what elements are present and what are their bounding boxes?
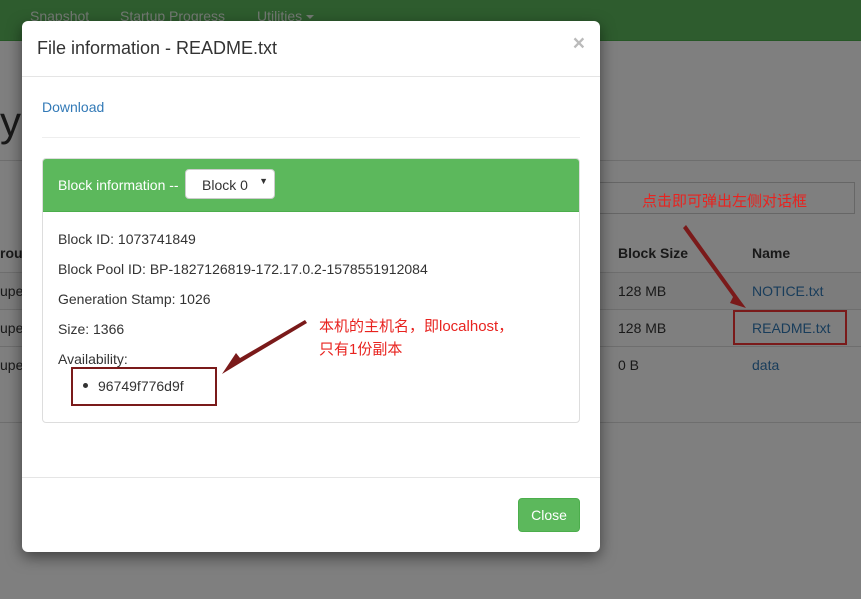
annotation-text-middle-2: 只有1份副本: [319, 341, 403, 358]
availability-label: Availability:: [58, 351, 128, 367]
panel-heading-label: Block information --: [58, 177, 179, 193]
block-select[interactable]: Block 0 ▼: [185, 169, 275, 199]
block-id: Block ID: 1073741849: [58, 231, 196, 247]
download-link[interactable]: Download: [42, 99, 104, 115]
modal-title: File information - README.txt: [37, 38, 278, 58]
body-divider: [42, 137, 580, 138]
block-size: Size: 1366: [58, 321, 125, 337]
panel-heading: Block information -- Block 0 ▼: [43, 159, 579, 212]
modal-footer-divider: [22, 477, 600, 478]
chevron-down-icon: ▼: [259, 176, 268, 186]
close-button[interactable]: Close: [518, 498, 580, 532]
annotation-text-middle-1: 本机的主机名，即localhost，: [319, 318, 514, 335]
generation-stamp: Generation Stamp: 1026: [58, 291, 211, 307]
file-info-modal: File information - README.txt × Download…: [22, 21, 600, 552]
annotation-box-host: [71, 367, 217, 406]
annotation-box-readme: [733, 310, 847, 345]
close-icon[interactable]: ×: [573, 33, 585, 54]
modal-header-divider: [22, 76, 600, 77]
block-select-value: Block 0: [202, 177, 248, 193]
annotation-text-top: 点击即可弹出左侧对话框: [642, 193, 808, 210]
block-pool-id: Block Pool ID: BP-1827126819-172.17.0.2-…: [58, 261, 428, 277]
